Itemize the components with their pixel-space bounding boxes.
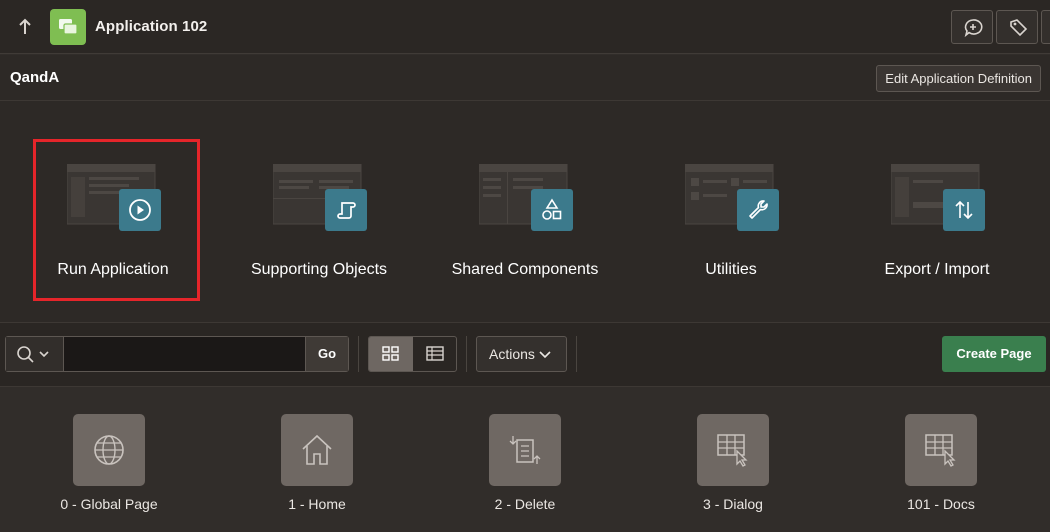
tile-utilities[interactable]: Utilities bbox=[628, 101, 834, 321]
top-bar: Application 102 bbox=[0, 0, 1050, 54]
application-name: QandA bbox=[10, 69, 60, 86]
page-icon[interactable] bbox=[489, 414, 561, 486]
grid-cursor-icon bbox=[717, 434, 748, 467]
search-box: Go bbox=[5, 336, 349, 372]
arrows-updown-icon bbox=[955, 200, 973, 220]
tile-export-import[interactable]: Export / Import bbox=[834, 101, 1040, 321]
page-icon[interactable] bbox=[905, 414, 977, 486]
page-label[interactable]: 3 - Dialog bbox=[630, 496, 836, 512]
page-card[interactable]: 1 - Home bbox=[214, 388, 420, 532]
icon-view-button[interactable] bbox=[369, 337, 413, 371]
highlight-box bbox=[33, 139, 200, 301]
badge bbox=[943, 189, 985, 231]
page-card[interactable]: 3 - Dialog bbox=[630, 388, 836, 532]
actions-menu-button[interactable]: Actions bbox=[476, 336, 567, 372]
pages-toolbar: Go Actions Create Page bbox=[0, 323, 1050, 387]
pages-grid: 0 - Global Page 1 - Home 2 - Delete 3 - … bbox=[0, 388, 1050, 532]
divider bbox=[576, 336, 577, 372]
page-card[interactable]: 101 - Docs bbox=[838, 388, 1044, 532]
page-preview-graphic bbox=[272, 163, 367, 234]
tile-label: Supporting Objects bbox=[250, 261, 388, 278]
go-button[interactable]: Go bbox=[305, 337, 348, 371]
page-preview-graphic bbox=[478, 163, 573, 234]
tag-button[interactable] bbox=[996, 10, 1038, 44]
grid-view-icon bbox=[382, 346, 399, 361]
tile-label: Export / Import bbox=[884, 261, 990, 278]
page-label[interactable]: 101 - Docs bbox=[838, 496, 1044, 512]
tag-icon bbox=[1010, 19, 1028, 37]
feedback-button[interactable] bbox=[951, 10, 993, 44]
page-card[interactable]: 2 - Delete bbox=[422, 388, 628, 532]
page-icon[interactable] bbox=[697, 414, 769, 486]
page-card[interactable]: 0 - Global Page bbox=[6, 388, 212, 532]
page-preview-graphic bbox=[890, 163, 985, 234]
create-page-button[interactable]: Create Page bbox=[942, 336, 1046, 372]
tile-shared-components[interactable]: Shared Components bbox=[422, 101, 628, 321]
feedback-icon bbox=[964, 19, 983, 38]
tile-label: Utilities bbox=[705, 261, 757, 278]
divider bbox=[358, 336, 359, 372]
app-title[interactable]: Application 102 bbox=[95, 18, 207, 35]
globe-icon bbox=[94, 435, 124, 465]
scroll-icon bbox=[337, 202, 356, 219]
page-label[interactable]: 0 - Global Page bbox=[6, 496, 212, 512]
grid-cursor-icon bbox=[925, 434, 956, 467]
page-icon[interactable] bbox=[281, 414, 353, 486]
badge bbox=[737, 189, 779, 231]
page-label[interactable]: 1 - Home bbox=[214, 496, 420, 512]
view-toggle bbox=[368, 336, 457, 372]
chevron-down-icon bbox=[539, 351, 551, 359]
tile-supporting-objects[interactable]: Supporting Objects bbox=[216, 101, 422, 321]
edit-application-definition-button[interactable]: Edit Application Definition bbox=[876, 65, 1041, 92]
wrench-icon bbox=[749, 200, 768, 219]
tile-label: Shared Components bbox=[451, 261, 599, 278]
divider bbox=[466, 336, 467, 372]
home-icon bbox=[302, 434, 332, 465]
app-icon[interactable] bbox=[50, 9, 86, 45]
table-view-icon bbox=[426, 346, 444, 361]
report-view-button[interactable] bbox=[413, 337, 456, 371]
application-header: QandA Edit Application Definition bbox=[0, 55, 1050, 101]
application-tiles: Run Application Supporting Objects Share… bbox=[0, 101, 1050, 323]
more-button[interactable] bbox=[1041, 10, 1050, 44]
page-label[interactable]: 2 - Delete bbox=[422, 496, 628, 512]
up-arrow-icon[interactable] bbox=[14, 16, 36, 38]
page-preview-graphic bbox=[684, 163, 779, 234]
search-icon bbox=[17, 346, 49, 363]
search-options-button[interactable] bbox=[6, 337, 64, 371]
badge bbox=[325, 189, 367, 231]
page-icon[interactable] bbox=[73, 414, 145, 486]
badge bbox=[531, 189, 573, 231]
actions-label: Actions bbox=[489, 346, 535, 362]
shapes-icon bbox=[542, 198, 562, 220]
delete-page-icon bbox=[509, 436, 541, 464]
search-input[interactable] bbox=[64, 337, 305, 371]
